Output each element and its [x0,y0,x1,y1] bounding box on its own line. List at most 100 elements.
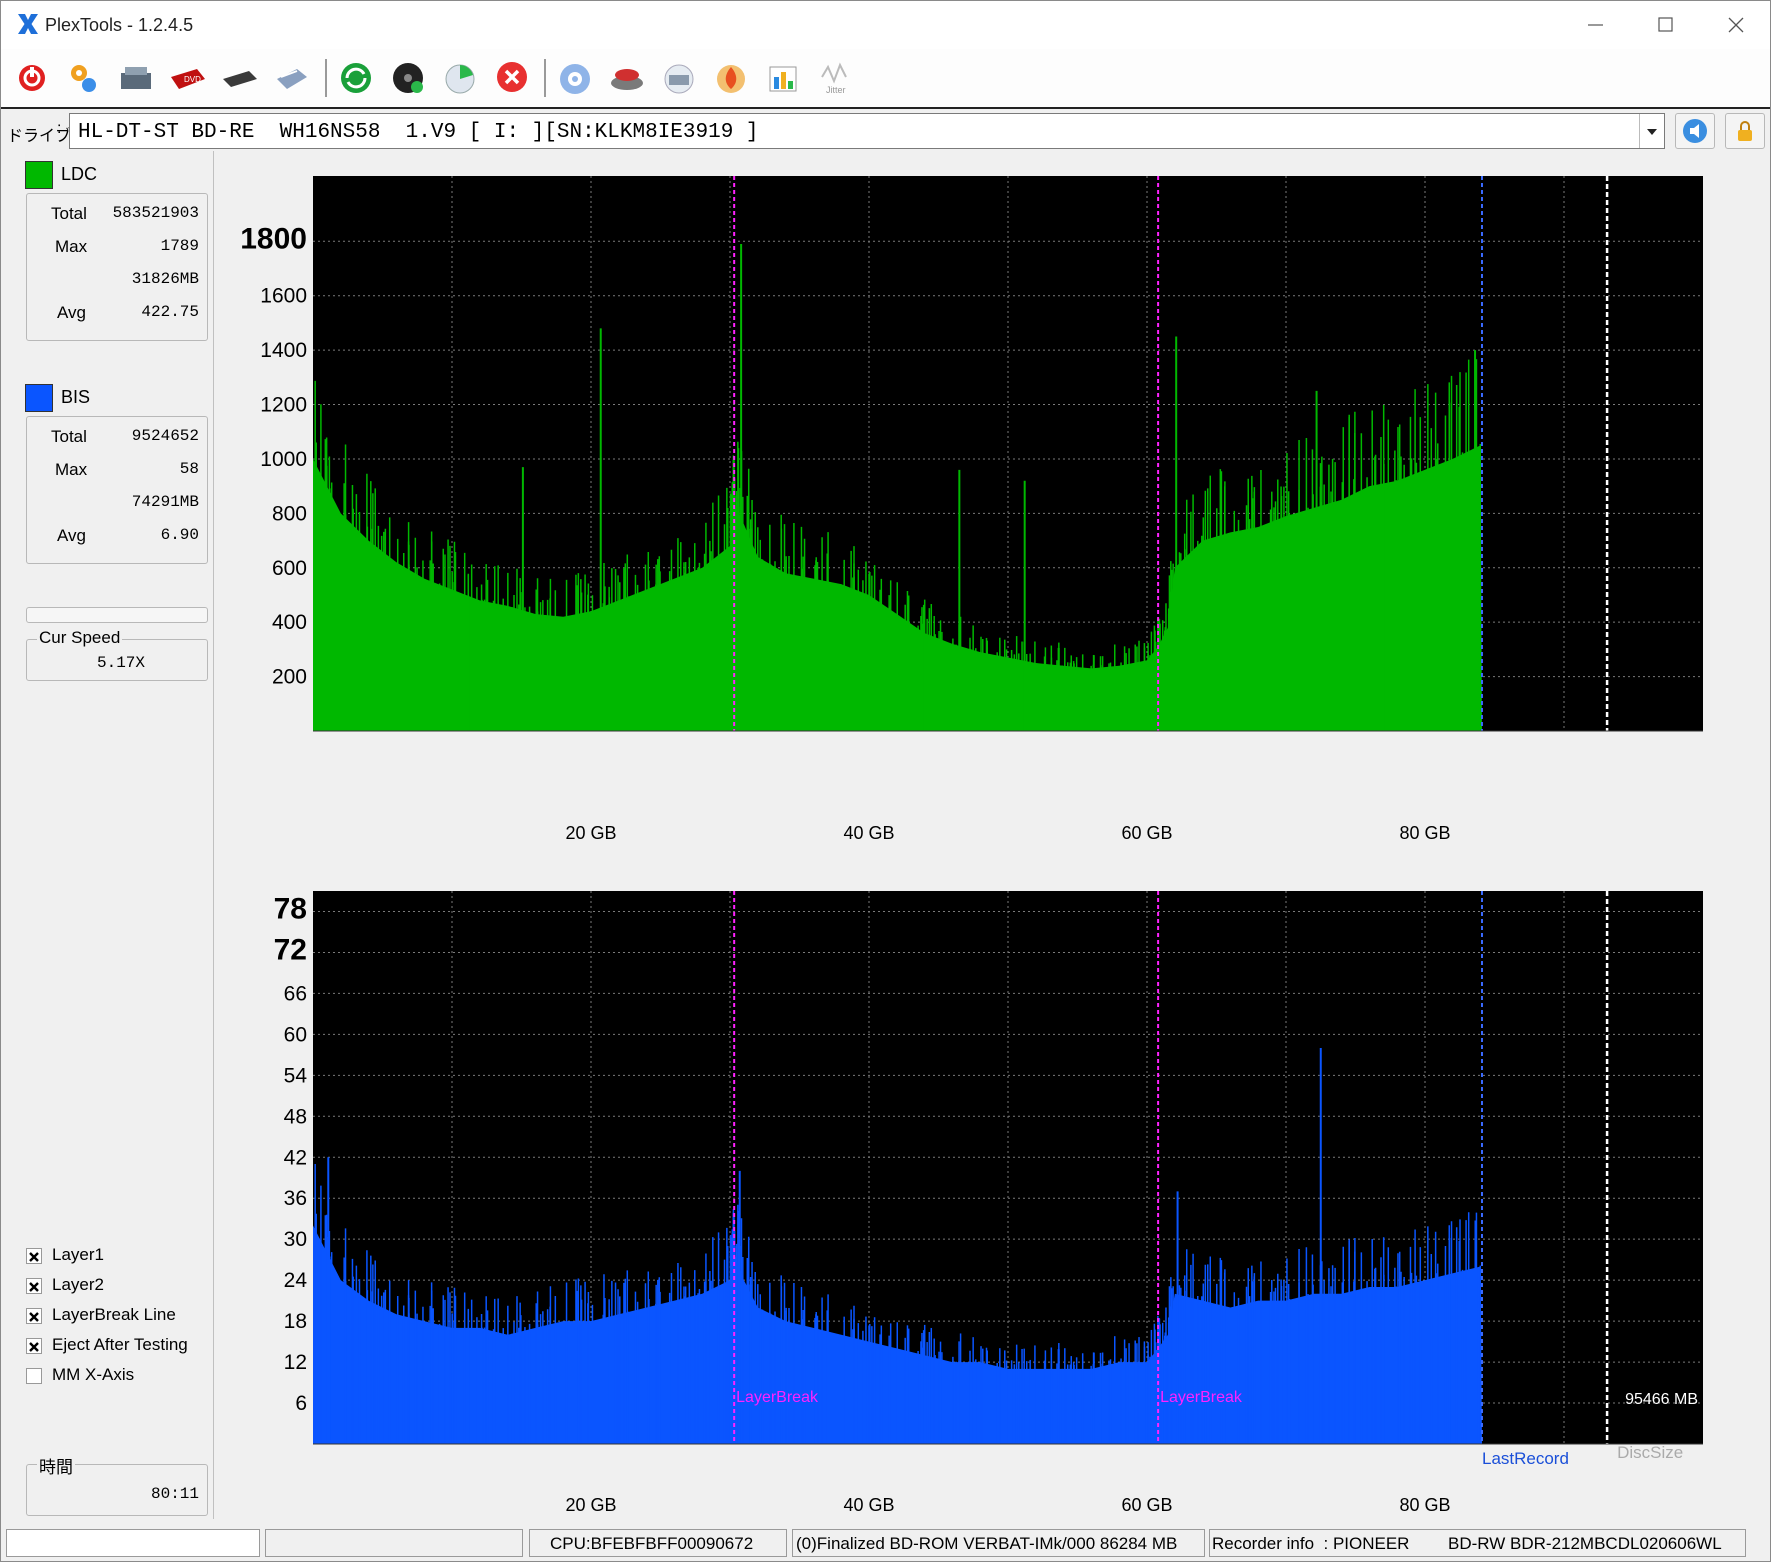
y-tick-label: 6 [295,1392,307,1415]
bis-max-label: Max [55,460,88,479]
disc-size-value: 95466 MB [1625,1391,1698,1408]
title-bar: PlexTools - 1.2.4.5 [1,1,1770,49]
ldc-max-value: 1789 [160,237,199,255]
ldc-total-label: Total [51,204,87,223]
stop-button[interactable] [491,57,533,99]
disc-test-icon [393,63,423,93]
bis-avg-row: Avg 6.90 [27,526,207,548]
ldc-total-row: Total 583521903 [27,204,207,226]
lock-button[interactable] [1725,113,1765,149]
checkbox-checked-icon[interactable] [26,1278,42,1294]
jitter-button[interactable]: Jitter [814,57,856,99]
ldc-max-row: Max 1789 [27,237,207,259]
option-label: Layer2 [52,1275,104,1294]
bis-max-row: Max 58 [27,460,207,482]
drive-select[interactable]: HL-DT-ST BD-RE WH16NS58 1.V9 [ I: ][SN:K… [69,113,1665,149]
disc-chart-icon [445,64,475,94]
report-icon [769,66,797,92]
x-tick-label: 40 GB [843,1495,894,1515]
bis-stats-box: Total 9524652 Max 58 74291MB Avg 6.90 [26,416,208,564]
option-label: LayerBreak Line [52,1305,176,1324]
close-button[interactable] [1701,1,1771,49]
ldc-stats-box: Total 583521903 Max 1789 31826MB Avg 422.75 [26,193,208,341]
chevron-down-icon [1647,129,1657,135]
ldc-max-pos-row: 31826MB [27,270,207,292]
y-tick-label: 400 [272,611,307,634]
x-tick-label: 60 GB [1121,823,1172,843]
eject-info-button[interactable] [1675,113,1715,149]
y-tick-label: 1800 [240,222,307,255]
status-recorder-cell: Recorder info : PIONEER BD-RW BDR-212MBC… [1209,1529,1746,1557]
y-tick-label: 66 [284,982,307,1005]
bis-avg-label: Avg [57,526,86,545]
x-tick-label: 40 GB [843,823,894,843]
power-icon [19,65,45,91]
y-tick-label: 24 [284,1269,308,1292]
status-input[interactable] [6,1529,260,1557]
plextools-logo-icon [18,14,38,34]
bis-max-pos-value: 74291MB [131,493,199,511]
y-tick-label: 42 [284,1146,307,1169]
status-cpu: CPU:BFEBFBFF00090672 [550,1534,754,1553]
status-recorder-model: BD-RW BDR-212MBCDL020606WL [1448,1534,1722,1553]
speaker-icon [1683,119,1707,143]
x-tick-label: 80 GB [1399,1495,1450,1515]
bis-color-swatch [25,384,53,412]
stop-icon [497,62,527,92]
x-tick-label: 20 GB [565,823,616,843]
status-bar: CPU:BFEBFBFF00090672 (0)Finalized BD-ROM… [1,1525,1770,1561]
print-icon [664,64,694,94]
disc-info-icon [223,71,257,87]
disc-test-button[interactable] [387,57,429,99]
close-icon [1728,17,1744,33]
y-tick-label: 36 [284,1187,307,1210]
dropdown-arrow[interactable] [1639,114,1664,148]
status-recorder: Recorder info : PIONEER [1212,1534,1410,1553]
disc-icon [560,64,590,94]
print-button[interactable] [658,57,700,99]
svg-text:DVD: DVD [184,75,201,84]
y-tick-label: 1000 [260,448,307,471]
burn-button[interactable] [710,57,752,99]
status-cpu-cell: CPU:BFEBFBFF00090672 [529,1529,787,1557]
minimize-button[interactable] [1561,1,1631,49]
checkbox-empty-icon[interactable] [26,1368,42,1384]
cur-speed-value: 5.17X [97,654,146,672]
settings-button[interactable] [63,57,105,99]
status-disc: (0)Finalized BD-ROM VERBAT-IMk/000 86284… [796,1534,1178,1553]
disc-chart-button[interactable] [439,57,481,99]
checkbox-checked-icon[interactable] [26,1338,42,1354]
dvd-info-button[interactable]: DVD [167,57,209,99]
drive-label-colon: : [57,120,62,137]
y-tick-label: 600 [272,557,307,580]
ldc-avg-row: Avg 422.75 [27,303,207,325]
disc-info-button[interactable] [219,57,261,99]
window-title: PlexTools - 1.2.4.5 [45,15,194,35]
status-cell-empty [265,1529,523,1557]
checkbox-checked-icon[interactable] [26,1308,42,1324]
settings-wrench-icon [71,65,96,92]
disc-size-label: DiscSize [1617,1443,1683,1462]
bis-total-row: Total 9524652 [27,427,207,449]
maximize-button[interactable] [1631,1,1701,49]
y-tick-label: 72 [274,933,307,966]
bis-total-value: 9524652 [131,427,199,445]
option-label: MM X-Axis [52,1365,135,1384]
checkbox-checked-icon[interactable] [26,1248,42,1264]
scanner-icon [277,69,307,89]
scanner-button[interactable] [271,57,313,99]
refresh-button[interactable] [335,57,377,99]
y-tick-label: 54 [284,1064,308,1087]
power-button[interactable] [13,57,55,99]
time-value: 80:11 [150,1485,199,1503]
ldc-avg-label: Avg [57,303,86,322]
report-button[interactable] [762,57,804,99]
y-tick-label: 12 [284,1351,307,1374]
burner-icon [611,69,643,90]
ldc-color-swatch [25,161,53,189]
burner-button[interactable] [606,57,648,99]
disc-button[interactable] [554,57,596,99]
drive-select-value: HL-DT-ST BD-RE WH16NS58 1.V9 [ I: ][SN:K… [78,121,759,144]
drive-info-button[interactable] [115,57,157,99]
ldc-max-pos-value: 31826MB [131,270,199,288]
